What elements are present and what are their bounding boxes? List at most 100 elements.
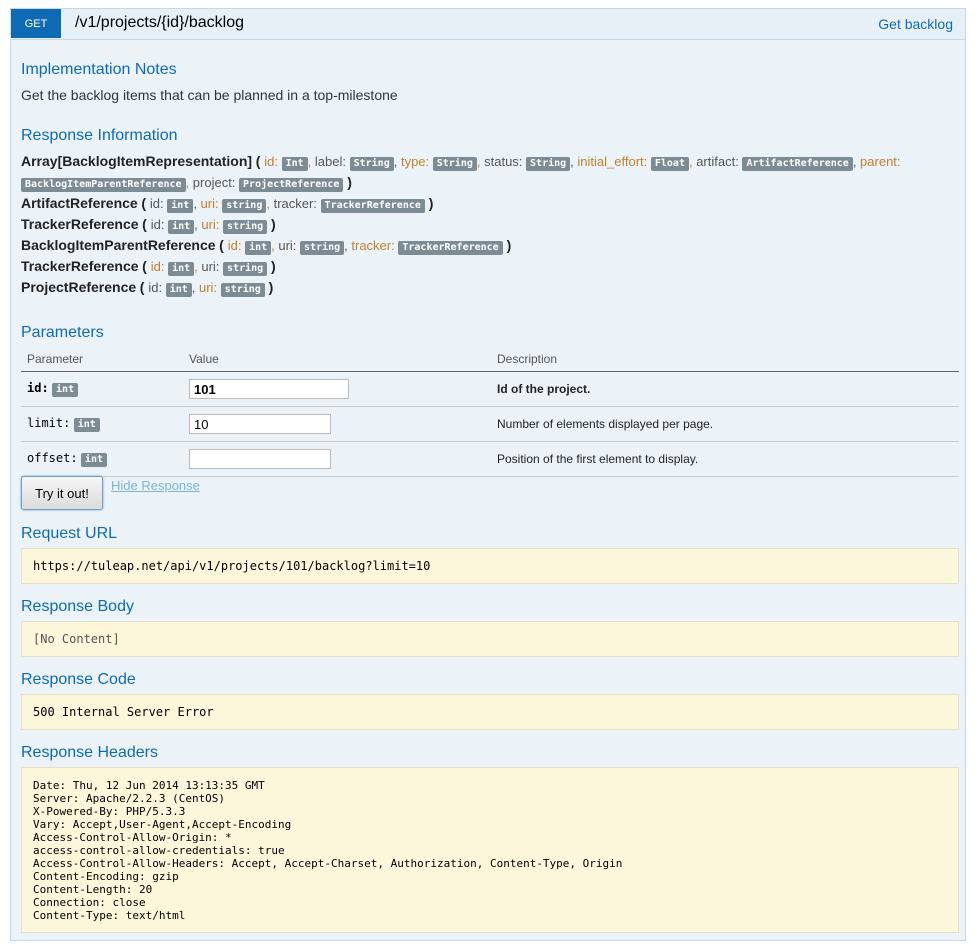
model-property-name: tracker:: [351, 238, 399, 253]
parameter-name-cell: limit: int: [21, 406, 183, 442]
open-paren: (: [255, 153, 265, 169]
parameter-name: id:: [27, 381, 49, 395]
response-header-line: access-control-allow-credentials: true: [33, 844, 285, 857]
model-property-type-badge: int: [165, 283, 192, 297]
model-property-name: artifact:: [696, 154, 743, 169]
id-input[interactable]: [189, 379, 349, 399]
open-paren: (: [219, 237, 228, 253]
separator: ,: [393, 154, 401, 169]
model-name: TrackerReference: [21, 258, 139, 274]
separator: ,: [191, 280, 199, 295]
offset-input[interactable]: [189, 449, 331, 469]
response-header-line: Connection: close: [33, 896, 146, 909]
model-line: ProjectReference ( id: int, uri: string …: [21, 277, 951, 298]
model-line: ArtifactReference ( id: int, uri: string…: [21, 193, 951, 214]
model-name: Array[BacklogItemRepresentation]: [21, 153, 253, 169]
response-header-line: X-Powered-By: PHP/5.3.3: [33, 805, 186, 818]
parameters-header-row: Parameter Value Description: [21, 347, 959, 372]
parameters-table: Parameter Value Description id: int Id o…: [21, 347, 959, 477]
model-property-name: id:: [150, 217, 169, 232]
endpoint-path[interactable]: /v1/projects/{id}/backlog: [75, 14, 244, 32]
response-model-signature: Array[BacklogItemRepresentation] ( id: I…: [21, 151, 951, 298]
close-paren: ): [267, 216, 276, 232]
parameter-type-badge: int: [73, 418, 100, 432]
close-paren: ): [424, 195, 434, 211]
limit-input[interactable]: [189, 414, 331, 434]
model-name: TrackerReference: [21, 216, 139, 232]
model-property-type-badge: int: [245, 241, 272, 255]
model-line: TrackerReference ( id: int, uri: string …: [21, 214, 951, 235]
response-header-line: Content-Encoding: gzip: [33, 870, 179, 883]
model-property-type-badge: int: [168, 262, 195, 276]
model-property-name: id:: [149, 196, 168, 211]
model-property-type-badge: Float: [650, 157, 689, 171]
parameter-type-badge: int: [52, 383, 79, 397]
separator: ,: [852, 154, 861, 169]
model-property-name: uri:: [200, 196, 223, 211]
parameter-name-cell: offset: int: [21, 441, 183, 477]
response-header-line: Content-Length: 20: [33, 883, 153, 896]
separator: ,: [185, 175, 193, 190]
response-header-line: Date: Thu, 12 Jun 2014 13:13:35 GMT: [33, 779, 265, 792]
close-paren: ): [267, 258, 276, 274]
parameter-name: offset:: [27, 451, 78, 465]
model-property-type-badge: String: [526, 157, 571, 171]
model-property-name: parent:: [860, 154, 901, 169]
model-property-name: id:: [148, 280, 166, 295]
parameter-description: Number of elements displayed per page.: [491, 406, 959, 442]
parameter-row-id: id: int Id of the project.: [21, 371, 959, 407]
model-property-name: uri:: [201, 217, 224, 232]
model-property-type-badge: TrackerReference: [398, 241, 503, 255]
model-property-type-badge: Int: [281, 157, 308, 171]
model-property-name: uri:: [201, 259, 224, 274]
model-property-name: label:: [314, 154, 350, 169]
hide-response-link[interactable]: Hide Response: [111, 478, 200, 493]
response-header-line: Content-Type: text/html: [33, 909, 186, 922]
response-headers-block: Date: Thu, 12 Jun 2014 13:13:35 GMT Serve…: [21, 767, 959, 933]
model-property-type-badge: string: [223, 262, 268, 276]
model-line: TrackerReference ( id: int, uri: string …: [21, 256, 951, 277]
model-property-type-badge: int: [168, 220, 195, 234]
model-property-type-badge: ArtifactReference: [742, 157, 853, 171]
model-property-type-badge: String: [432, 157, 477, 171]
model-property-type-badge: string: [222, 199, 267, 213]
operation-header[interactable]: GET /v1/projects/{id}/backlog Get backlo…: [11, 9, 965, 40]
response-header-line: Vary: Accept,User-Agent,Accept-Encoding: [33, 818, 292, 831]
open-paren: (: [141, 195, 150, 211]
model-property-name: uri:: [278, 238, 301, 253]
model-line: Array[BacklogItemRepresentation] ( id: I…: [21, 151, 951, 193]
model-property-name: project:: [192, 175, 240, 190]
separator: ,: [193, 196, 201, 211]
model-property-name: initial_effort:: [577, 154, 651, 169]
model-property-name: status:: [484, 154, 527, 169]
parameter-name-cell: id: int: [21, 371, 183, 407]
model-property-name: type:: [400, 154, 433, 169]
operation-summary-link[interactable]: Get backlog: [878, 16, 953, 32]
response-header-line: Server: Apache/2.2.3 (CentOS): [33, 792, 226, 805]
close-paren: ): [502, 237, 512, 253]
response-body-heading: Response Body: [21, 598, 134, 615]
model-property-type-badge: TrackerReference: [320, 199, 425, 213]
model-property-name: id:: [227, 238, 246, 253]
implementation-notes-heading: Implementation Notes: [21, 61, 177, 78]
operation-panel: GET /v1/projects/{id}/backlog Get backlo…: [10, 8, 966, 941]
open-paren: (: [142, 216, 151, 232]
parameter-row-offset: offset: int Position of the first elemen…: [21, 441, 959, 477]
response-headers-heading: Response Headers: [21, 744, 158, 761]
parameter-name: limit:: [27, 416, 71, 430]
response-body-block: [No Content]: [21, 621, 959, 657]
response-header-line: Access-Control-Allow-Headers: Accept, Ac…: [33, 857, 623, 870]
model-name: ArtifactReference: [21, 195, 138, 211]
try-it-out-button[interactable]: Try it out!: [21, 476, 103, 510]
parameter-value-cell: [183, 371, 491, 407]
model-property-type-badge: string: [220, 283, 265, 297]
model-property-type-badge: ProjectReference: [239, 178, 344, 192]
parameter-description: Id of the project.: [491, 371, 959, 407]
request-url-block: https://tuleap.net/api/v1/projects/101/b…: [21, 548, 959, 584]
model-property-type-badge: string: [223, 220, 268, 234]
close-paren: ): [264, 279, 274, 295]
open-paren: (: [142, 258, 151, 274]
http-method-badge[interactable]: GET: [11, 9, 61, 38]
close-paren: ): [343, 174, 352, 190]
model-name: ProjectReference: [21, 279, 137, 295]
